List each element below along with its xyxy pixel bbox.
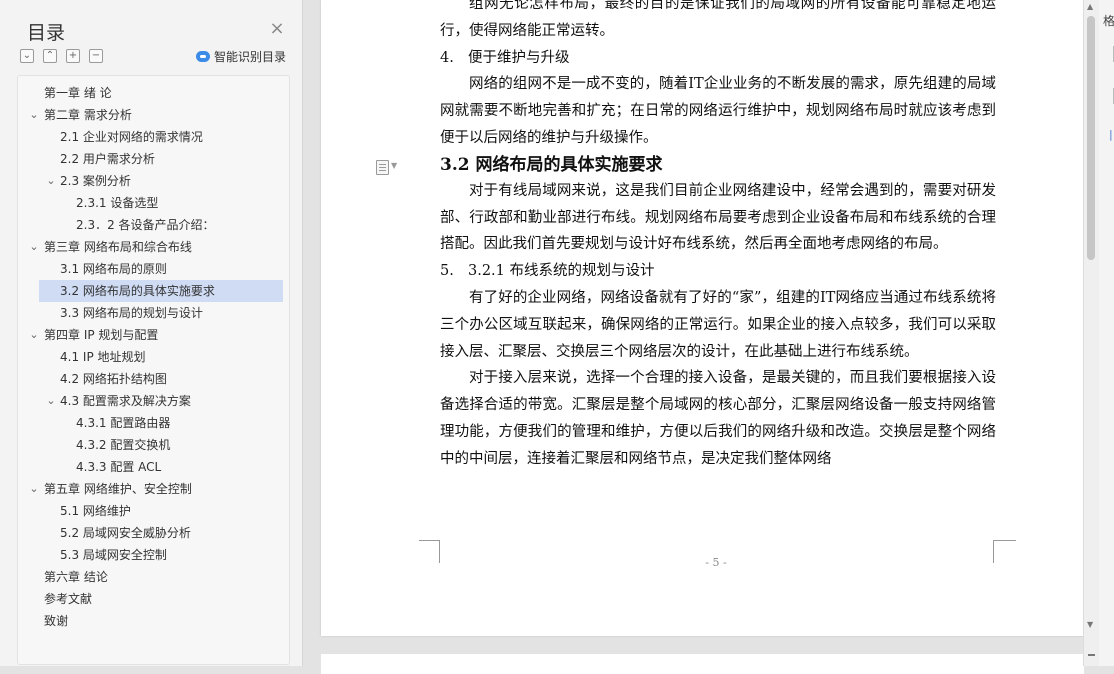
toc-item-label: 2.3.1 设备选型 <box>76 196 159 210</box>
toc-item[interactable]: 致谢 <box>39 610 283 632</box>
document-body[interactable]: 组网无论怎样布局，最终的目的是保证我们的局域网的所有设备能可靠稳定地运行，使得网… <box>440 0 996 473</box>
toc-item-label: 4.3.3 配置 ACL <box>76 460 162 474</box>
toc-item[interactable]: 参考文献 <box>39 588 283 610</box>
scroll-up-icon[interactable]: ▲ <box>1087 2 1093 11</box>
remove-toc-item-button[interactable]: − <box>89 49 103 63</box>
page-margin-marker <box>419 540 440 563</box>
toc-item-label: 4.3.1 配置路由器 <box>76 416 171 430</box>
list-item: 5. 3.2.1 布线系统的规划与设计 <box>440 258 996 285</box>
smart-toc-label: 智能识别目录 <box>214 50 287 64</box>
toc-item-label: 4.3 配置需求及解决方案 <box>60 394 191 408</box>
collapse-all-button[interactable]: ⌄ <box>20 49 34 63</box>
toc-item[interactable]: 4.3.2 配置交换机 <box>39 434 283 456</box>
list-number: 4. <box>440 49 454 66</box>
toc-item-label: 3.2 网络布局的具体实施要求 <box>60 284 215 298</box>
page-number: - 5 - <box>705 556 727 569</box>
chevron-down-icon[interactable]: ⌄ <box>27 104 41 126</box>
toc-item[interactable]: 3.1 网络布局的原则 <box>39 258 283 280</box>
toc-item[interactable]: 4.3.1 配置路由器 <box>39 412 283 434</box>
cloud-ai-icon <box>196 51 210 62</box>
toc-item[interactable]: 5.2 局域网安全威胁分析 <box>39 522 283 544</box>
toc-item[interactable]: 4.3.3 配置 ACL <box>39 456 283 478</box>
toc-item[interactable]: 2.3.1 设备选型 <box>39 192 283 214</box>
toc-item-label: 第二章 需求分析 <box>44 108 132 122</box>
toc-item[interactable]: 4.2 网络拓扑结构图 <box>39 368 283 390</box>
scrollbar-thumb[interactable] <box>1087 16 1095 260</box>
toc-item-label: 2.2 用户需求分析 <box>60 152 155 166</box>
toc-item-label: 3.1 网络布局的原则 <box>60 262 167 276</box>
toc-item[interactable]: 2.3．2 各设备产品介绍： <box>39 214 283 236</box>
toc-item-label: 第五章 网络维护、安全控制 <box>44 482 192 496</box>
toc-item[interactable]: ⌄ 第四章 IP 规划与配置 <box>29 324 283 346</box>
toc-item-label: 2.3 案例分析 <box>60 174 131 188</box>
panel-label: 格 <box>1103 14 1114 28</box>
expand-all-button[interactable]: ⌃ <box>43 49 57 63</box>
toc-item-label: 5.2 局域网安全威胁分析 <box>60 526 191 540</box>
scroll-end-icon[interactable] <box>1088 654 1095 656</box>
toc-item[interactable]: 5.1 网络维护 <box>39 500 283 522</box>
document-page[interactable]: ▼ 组网无论怎样布局，最终的目的是保证我们的局域网的所有设备能可靠稳定地运行，使… <box>321 0 1084 636</box>
toc-item-label: 5.1 网络维护 <box>60 504 131 518</box>
chevron-down-icon[interactable]: ⌄ <box>44 390 58 412</box>
toc-item-label: 第一章 绪 论 <box>44 86 112 100</box>
toc-item-label: 4.2 网络拓扑结构图 <box>60 372 167 386</box>
toc-item-label: 第三章 网络布局和综合布线 <box>44 240 192 254</box>
toc-item[interactable]: ⌄ 第三章 网络布局和综合布线 <box>29 236 283 258</box>
toc-item[interactable]: 2.2 用户需求分析 <box>39 148 283 170</box>
toc-item[interactable]: 2.1 企业对网络的需求情况 <box>39 126 283 148</box>
section-heading: 3.2 网络布局的具体实施要求 <box>440 154 663 175</box>
document-canvas: ▼ 组网无论怎样布局，最终的目的是保证我们的局域网的所有设备能可靠稳定地运行，使… <box>303 0 1084 674</box>
list-item: 4. 便于维护与升级 <box>440 45 996 72</box>
close-icon[interactable]: × <box>268 20 286 38</box>
chevron-down-icon[interactable]: ⌄ <box>27 236 41 258</box>
toc-item[interactable]: ⌄ 第五章 网络维护、安全控制 <box>29 478 283 500</box>
list-item-text: 3.2.1 布线系统的规划与设计 <box>468 263 655 280</box>
chevron-down-icon[interactable]: ⌄ <box>27 324 41 346</box>
list-number: 5. <box>440 263 454 280</box>
toc-item[interactable]: 3.3 网络布局的规划与设计 <box>39 302 283 324</box>
toc-item-label: 第六章 结论 <box>44 570 108 584</box>
toc-item[interactable]: 第六章 结论 <box>39 566 283 588</box>
body-paragraph: 对于接入层来说，选择一个合理的接入设备，是最关键的，而且我们要根据接入设备选择合… <box>440 370 996 467</box>
next-page[interactable] <box>321 654 1084 674</box>
toc-item-active[interactable]: 3.2 网络布局的具体实施要求 <box>39 280 283 302</box>
page-margin-marker <box>993 540 1016 563</box>
toc-item-label: 2.3．2 各设备产品介绍： <box>76 218 215 232</box>
right-side-panel: 格 | <box>1099 0 1114 666</box>
body-paragraph: 组网无论怎样布局，最终的目的是保证我们的局域网的所有设备能可靠稳定地运行，使得网… <box>440 0 996 39</box>
caret-down-icon[interactable]: ▼ <box>391 161 397 170</box>
toc-item-label: 2.1 企业对网络的需求情况 <box>60 130 203 144</box>
toc-item-label: 第四章 IP 规划与配置 <box>44 328 159 342</box>
toc-item-label: 4.3.2 配置交换机 <box>76 438 171 452</box>
paragraph-icon[interactable] <box>376 160 389 175</box>
smart-toc-button[interactable]: 智能识别目录 <box>196 48 286 65</box>
add-toc-item-button[interactable]: + <box>66 49 80 63</box>
body-paragraph: 有了好的企业网络，网络设备就有了好的“家”，组建的IT网络应当通过布线系统将三个… <box>440 289 996 360</box>
toc-item[interactable]: ⌄ 2.3 案例分析 <box>39 170 283 192</box>
toc-toolbar: ⌄ ⌃ + − <box>20 49 103 63</box>
toc-item-label: 3.3 网络布局的规划与设计 <box>60 306 203 320</box>
toc-title: 目录 <box>27 22 66 44</box>
toc-list: 第一章 绪 论 ⌄ 第二章 需求分析 2.1 企业对网络的需求情况 2.2 用户… <box>17 75 290 665</box>
vertical-scrollbar[interactable]: ▲ ▼ <box>1083 0 1099 666</box>
toc-item-label: 致谢 <box>44 614 69 628</box>
toc-sidebar: 目录 × ⌄ ⌃ + − 智能识别目录 第一章 绪 论 ⌄ 第二章 需求分析 2… <box>0 0 303 666</box>
toc-item[interactable]: 5.3 局域网安全控制 <box>39 544 283 566</box>
toc-item[interactable]: ⌄ 4.3 配置需求及解决方案 <box>39 390 283 412</box>
chevron-down-icon[interactable]: ⌄ <box>27 478 41 500</box>
toc-item[interactable]: 第一章 绪 论 <box>39 82 283 104</box>
toc-item[interactable]: 4.1 IP 地址规划 <box>39 346 283 368</box>
toc-item[interactable]: ⌄ 第二章 需求分析 <box>29 104 283 126</box>
body-paragraph: 网络的组网不是一成不变的，随着IT企业业务的不断发展的需求，原先组建的局域网就需… <box>440 76 996 146</box>
scroll-down-icon[interactable]: ▼ <box>1087 620 1093 629</box>
list-item-text: 便于维护与升级 <box>468 49 570 66</box>
toc-item-label: 5.3 局域网安全控制 <box>60 548 167 562</box>
toc-item-label: 4.1 IP 地址规划 <box>60 350 146 364</box>
toc-item-label: 参考文献 <box>44 592 93 606</box>
body-paragraph: 对于有线局域网来说，这是我们目前企业网络建设中，经常会遇到的，需要对研发部、行政… <box>440 182 996 253</box>
panel-marker-icon: | <box>1109 128 1113 141</box>
chevron-down-icon[interactable]: ⌄ <box>44 170 58 192</box>
